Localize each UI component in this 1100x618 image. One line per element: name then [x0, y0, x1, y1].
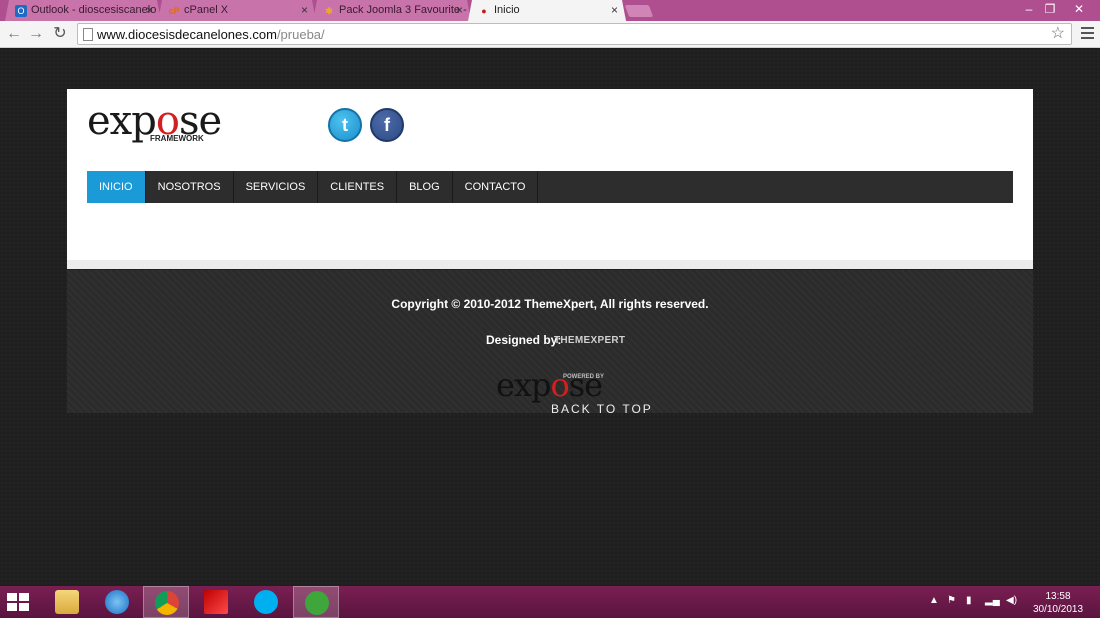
twitter-icon[interactable]: t: [328, 108, 362, 142]
taskbar-clock[interactable]: 13:58 30/10/2013: [1028, 590, 1088, 616]
show-hidden-icons-icon[interactable]: ▲: [929, 595, 939, 606]
browser-toolbar: ← → ↻ www.diocesisdecanelones.com/prueba…: [0, 21, 1100, 48]
tab-cpanel[interactable]: cP cPanel X ×: [158, 0, 316, 21]
taskbar-filezilla[interactable]: [193, 586, 239, 618]
close-window-icon[interactable]: ✕: [1066, 0, 1092, 21]
taskbar-internet-explorer[interactable]: [94, 586, 140, 618]
tab-joomla[interactable]: ✱ Pack Joomla 3 Favourite - ×: [313, 0, 471, 21]
internet-explorer-icon: [105, 590, 129, 614]
nav-item-servicios[interactable]: SERVICIOS: [234, 171, 319, 203]
close-icon[interactable]: ×: [456, 0, 463, 21]
tab-title: cPanel X: [184, 4, 229, 16]
tab-outlook[interactable]: O Outlook - dioscesiscanelo ×: [5, 0, 161, 21]
clock-time: 13:58: [1045, 591, 1071, 602]
skype-icon: [254, 590, 278, 614]
outlook-icon: O: [15, 5, 27, 17]
restore-icon[interactable]: ❐: [1037, 0, 1063, 21]
designed-by-label: Designed by:: [486, 333, 562, 347]
main-nav: INICIO NOSOTROS SERVICIOS CLIENTES BLOG …: [87, 171, 1013, 203]
file-explorer-icon: [55, 590, 79, 614]
volume-icon[interactable]: ◀): [1006, 595, 1017, 606]
back-icon[interactable]: ←: [4, 24, 24, 44]
network-icon[interactable]: ▂▄: [985, 595, 1000, 606]
windows-logo-icon: [7, 593, 29, 611]
site-header: expose FRAMEWORK t f INICIO NOSOTROS SER…: [67, 89, 1033, 269]
facebook-icon[interactable]: f: [370, 108, 404, 142]
nav-item-contacto[interactable]: CONTACTO: [453, 171, 539, 203]
tab-inicio[interactable]: ● Inicio ×: [468, 0, 626, 21]
powered-by-label: POWERED BY: [563, 374, 605, 380]
chrome-icon: [155, 591, 179, 615]
taskbar-skype[interactable]: [243, 586, 289, 618]
utorrent-icon: [305, 591, 329, 615]
browser-titlebar: O Outlook - dioscesiscanelo × cP cPanel …: [0, 0, 1100, 21]
back-to-top-link[interactable]: BACK TO TOP: [551, 402, 653, 416]
power-icon[interactable]: ▮: [966, 595, 972, 606]
nav-item-blog[interactable]: BLOG: [397, 171, 453, 203]
tab-title: Inicio: [494, 4, 520, 16]
clock-date: 30/10/2013: [1032, 604, 1084, 615]
copyright-text: Copyright © 2010-2012 ThemeXpert, All ri…: [391, 297, 709, 311]
url-text[interactable]: www.diocesisdecanelones.com/prueba/: [97, 27, 325, 42]
bookmark-star-icon[interactable]: ☆: [1051, 24, 1065, 44]
themexpert-logo[interactable]: THEMEXPERT: [554, 335, 625, 346]
nav-item-clientes[interactable]: CLIENTES: [318, 171, 398, 203]
logo-subtitle: FRAMEWORK: [150, 134, 204, 143]
site-footer: Copyright © 2010-2012 ThemeXpert, All ri…: [67, 270, 1033, 416]
tab-title: Pack Joomla 3 Favourite -: [339, 4, 467, 16]
close-icon[interactable]: ×: [301, 0, 308, 21]
reload-icon[interactable]: ↻: [50, 24, 70, 44]
cpanel-icon: cP: [168, 6, 180, 16]
action-center-flag-icon[interactable]: ⚑: [947, 595, 956, 606]
taskbar-chrome[interactable]: [143, 586, 189, 618]
start-button[interactable]: [0, 586, 46, 618]
tab-title: Outlook - dioscesiscanelo: [31, 4, 157, 16]
nav-item-inicio[interactable]: INICIO: [87, 171, 146, 203]
close-icon[interactable]: ×: [146, 0, 153, 21]
nav-item-nosotros[interactable]: NOSOTROS: [146, 171, 234, 203]
forward-icon[interactable]: →: [26, 24, 46, 44]
close-icon[interactable]: ×: [611, 0, 618, 21]
taskbar-file-explorer[interactable]: [44, 586, 90, 618]
header-divider: [67, 260, 1033, 269]
page-viewport: expose FRAMEWORK t f INICIO NOSOTROS SER…: [0, 49, 1100, 586]
taskbar-utorrent[interactable]: [293, 586, 339, 618]
page-icon: [83, 28, 93, 41]
filezilla-icon: [204, 590, 228, 614]
joomla-icon: ✱: [325, 6, 333, 16]
new-tab-button[interactable]: [624, 5, 654, 17]
flame-icon: ●: [481, 6, 487, 16]
windows-taskbar: ▲ ⚑ ▮ ▂▄ ◀) 13:58 30/10/2013: [0, 586, 1100, 618]
chrome-menu-icon[interactable]: [1081, 27, 1094, 40]
address-bar[interactable]: www.diocesisdecanelones.com/prueba/ ☆: [77, 23, 1072, 45]
